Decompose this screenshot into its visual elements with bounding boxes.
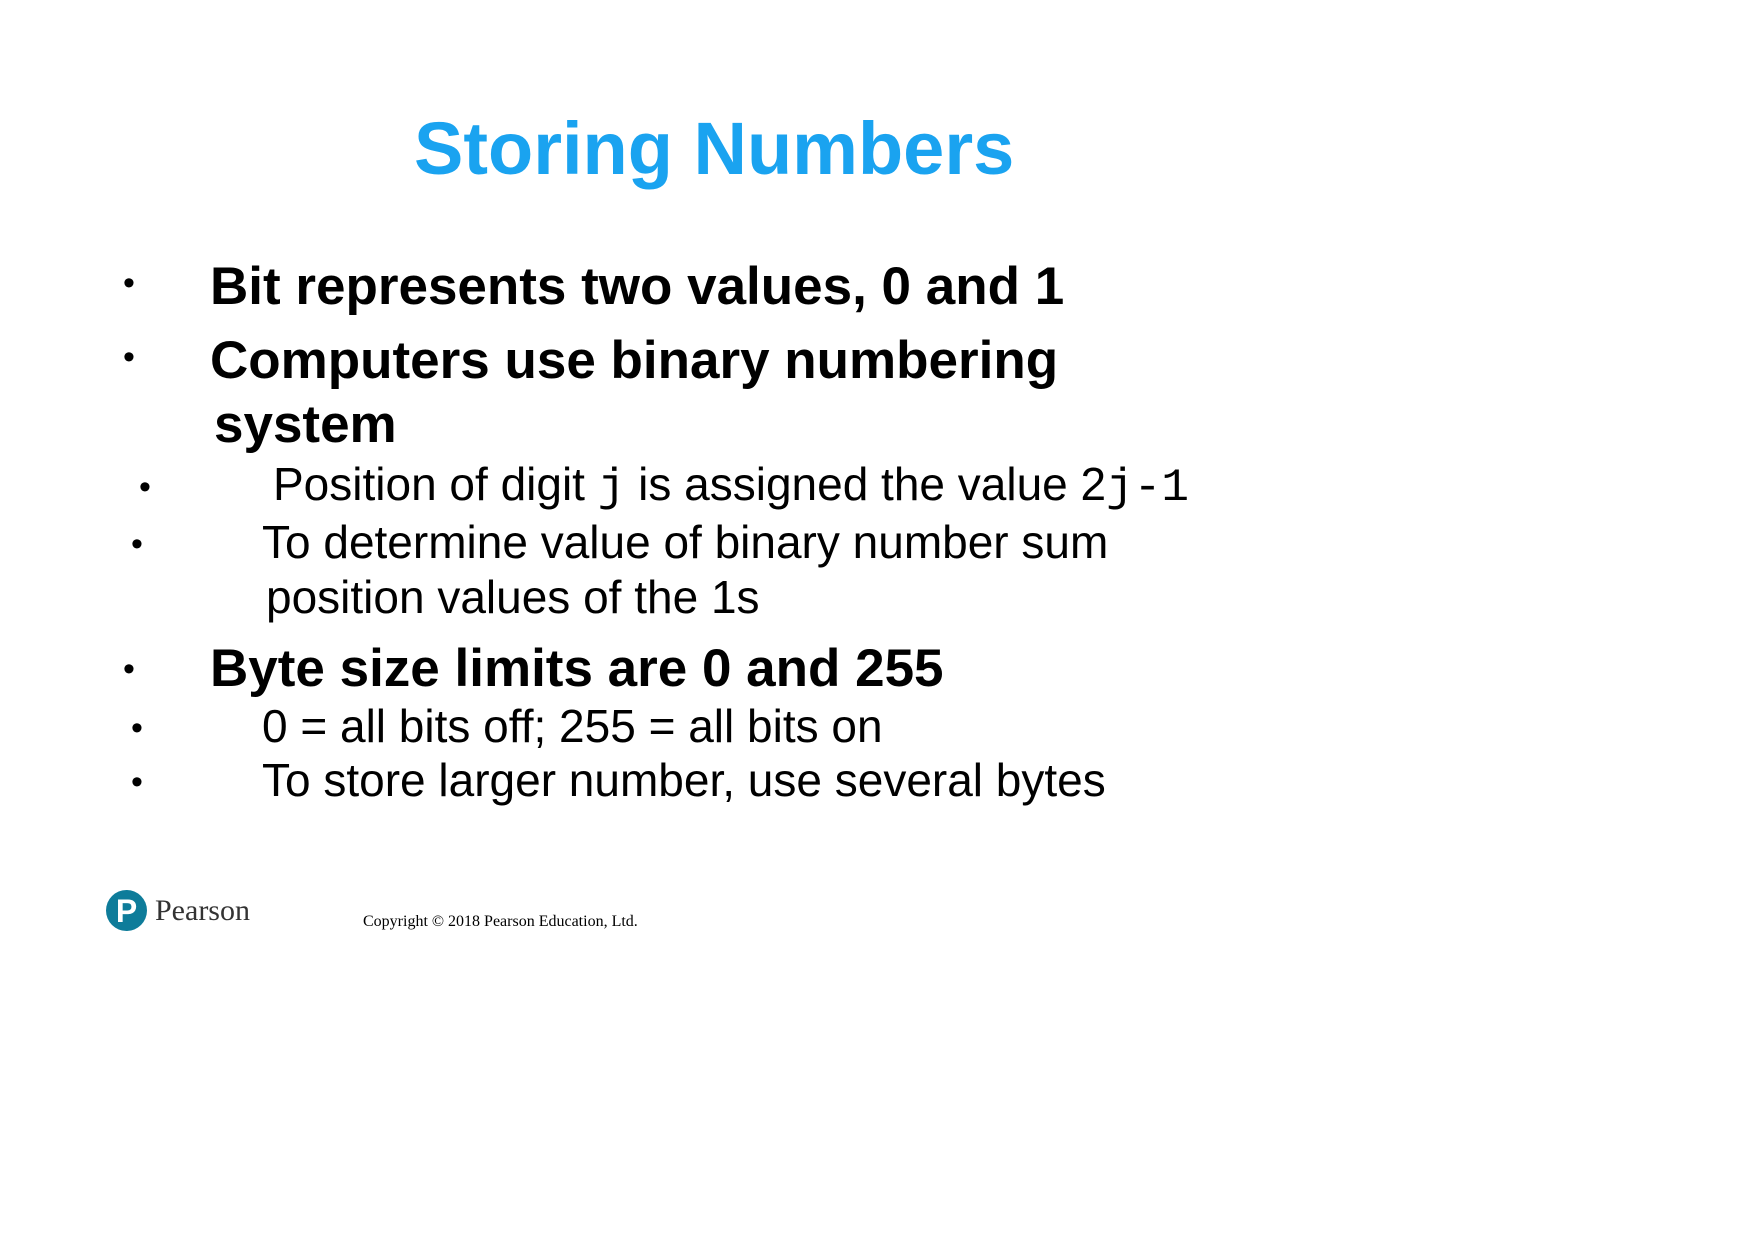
copyright-notice: Copyright © 2018 Pearson Education, Ltd.	[363, 913, 638, 930]
pearson-logo-text: Pearson	[155, 893, 250, 927]
sub-bullet-bits-on-off: 0 = all bits off; 255 = all bits on	[262, 700, 883, 752]
bullet-marker: •	[123, 264, 135, 302]
bullet-byte-limits: Byte size limits are 0 and 255	[210, 639, 944, 698]
pearson-logo-icon: P	[106, 890, 147, 931]
sub-bullet-position-value: Position of digit j is assigned the valu…	[273, 461, 1189, 511]
sub-bullet-sum-line2: position values of the 1s	[266, 571, 760, 623]
bullet-bit-values: Bit represents two values, 0 and 1	[210, 257, 1065, 316]
exponent-text: j-1	[1106, 462, 1189, 514]
position-text: Position of digit	[273, 458, 598, 510]
bullet-marker: •	[131, 709, 143, 747]
digit-variable: j	[597, 462, 626, 514]
sub-bullet-several-bytes: To store larger number, use several byte…	[262, 754, 1106, 806]
bullet-marker: •	[131, 763, 143, 801]
bullet-marker: •	[131, 525, 143, 563]
bullet-marker: •	[139, 468, 151, 506]
bullet-marker: •	[123, 650, 135, 688]
sub-bullet-sum-line1: To determine value of binary number sum	[262, 516, 1109, 568]
bullet-binary-system-line1: Computers use binary numbering	[210, 331, 1059, 390]
pearson-logo: P Pearson	[106, 890, 250, 931]
slide-title: Storing Numbers	[414, 107, 1015, 190]
bullet-binary-system-line2: system	[214, 395, 397, 454]
bullet-marker: •	[123, 338, 135, 376]
position-text-middle: is assigned the value 2	[625, 458, 1107, 510]
